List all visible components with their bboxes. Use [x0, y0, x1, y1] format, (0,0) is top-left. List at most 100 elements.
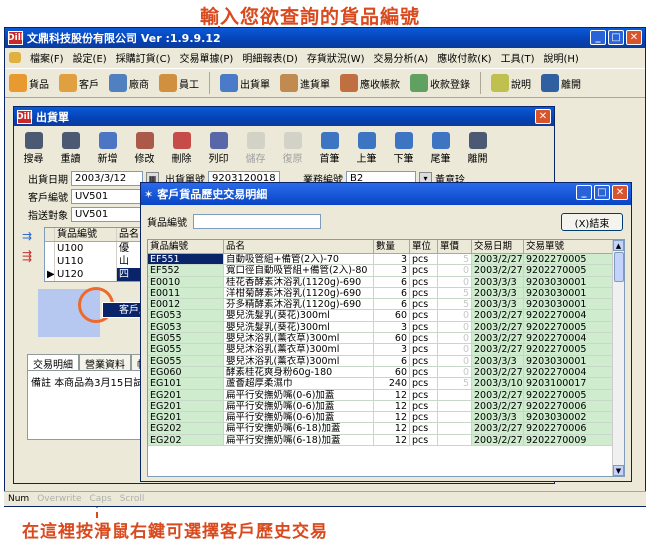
table-row[interactable]: EG053 嬰兒洗髮乳(葵花)300ml 60 pcs 0 2003/2/27 920227… — [148, 310, 624, 322]
button-label: 復原 — [282, 154, 303, 165]
table-row[interactable]: EG202 扁平行安撫奶嘴(6-18)加蓋 12 pcs 2003/2/27 920227… — [148, 434, 624, 447]
table-scrollbar[interactable]: ▲ ▼ — [612, 240, 624, 476]
minimize-icon[interactable]: _ — [590, 30, 606, 45]
table-row[interactable]: EG202 扁平行安撫奶嘴(6-18)加蓋 12 pcs 2003/2/27 920227… — [148, 423, 624, 435]
table-row[interactable]: EG201 扁平行安撫奶嘴(0-6)加蓋 12 pcs 2003/2/27 9202270… — [148, 389, 624, 401]
toolbar-customer-button[interactable]: 客戶 — [59, 74, 99, 92]
table-row[interactable]: EG053 嬰兒洗髮乳(葵花)300ml 3 pcs 0 2003/2/27 9202270… — [148, 321, 624, 334]
end-button[interactable]: (X)結束 — [561, 213, 623, 231]
table-row[interactable]: EG201 扁平行安撫奶嘴(0-6)加蓋 12 pcs 2003/3/3 92030300… — [148, 412, 624, 424]
column-header-4[interactable]: 單價 — [438, 240, 472, 254]
next-button[interactable]: 下筆 — [388, 132, 419, 165]
table-row[interactable]: E0011 洋柑菊酵素沐浴乳(1120g)-690 6 pcs 5 2003/3/3 920… — [148, 287, 624, 300]
button-label: 上筆 — [356, 154, 377, 165]
child-close-icon[interactable]: ✕ — [535, 109, 551, 124]
dialog-maximize-icon[interactable]: □ — [594, 185, 610, 200]
first-button[interactable]: 首筆 — [314, 132, 345, 165]
reload-button[interactable]: 重讀 — [55, 132, 86, 165]
cell-數量: 6 — [374, 299, 410, 311]
menu-item-4[interactable]: 明細報表(D) — [242, 50, 298, 65]
menu-item-1[interactable]: 設定(E) — [73, 50, 107, 65]
scroll-down-icon[interactable]: ▼ — [613, 465, 624, 476]
column-header-3[interactable]: 單位 — [410, 240, 438, 254]
cell-單價: 0 — [438, 276, 472, 288]
main-title-bar[interactable]: Dill 文鼎科技股份有限公司 Ver :1.9.9.12 _ □ ✕ — [5, 28, 645, 48]
toolbar-goods-button[interactable]: 貨品 — [9, 74, 49, 92]
column-header-5[interactable]: 交易日期 — [472, 240, 524, 254]
cell-單價: 5 — [438, 378, 472, 390]
menu-item-0[interactable]: 檔案(F) — [30, 50, 64, 65]
table-row[interactable]: EG201 扁平行安撫奶嘴(0-6)加蓋 12 pcs 2003/2/27 9202270… — [148, 400, 624, 413]
button-label: 搜尋 — [23, 154, 44, 165]
menu-item-6[interactable]: 交易分析(A) — [374, 50, 429, 65]
last-button[interactable]: 尾筆 — [425, 132, 456, 165]
table-row[interactable]: EG055 嬰兒沐浴乳(薰衣草)300ml 3 pcs 0 2003/2/27 920227… — [148, 344, 624, 356]
toolbar-purchase-button[interactable]: 進貨單 — [280, 74, 330, 92]
button-label: 首筆 — [319, 154, 340, 165]
toolbar-help-button[interactable]: 說明 — [491, 74, 531, 92]
toolbar-receivable-button[interactable]: 應收帳款 — [340, 74, 400, 92]
delete-row-icon[interactable]: ⇶ — [22, 249, 32, 263]
cell-單價: 5 — [438, 254, 472, 266]
cell-數量: 60 — [374, 310, 410, 322]
insert-row-icon[interactable]: ⇉ — [22, 229, 32, 243]
table-row[interactable]: EF552 寬口徑自動吸管組+備管(2入)-80 3 pcs 0 2003/2/27 920… — [148, 265, 624, 277]
grid-header-code[interactable]: 貨品編號 — [55, 228, 117, 241]
scroll-up-icon[interactable]: ▲ — [613, 240, 624, 251]
menu-item-2[interactable]: 採購訂貨(C) — [116, 50, 171, 65]
column-header-1[interactable]: 品名 — [224, 240, 374, 254]
column-header-0[interactable]: 貨品編號 — [148, 240, 224, 254]
exit-button[interactable]: 離開 — [462, 132, 493, 165]
customer-input[interactable]: UV501 — [71, 189, 151, 204]
table-row[interactable]: EG060 酵素桂花爽身粉60g-180 60 pcs 0 2003/2/27 920227… — [148, 366, 624, 379]
menu-item-5[interactable]: 存貨狀況(W) — [307, 50, 365, 65]
print-button[interactable]: 列印 — [203, 132, 234, 165]
filter-input[interactable] — [193, 213, 321, 229]
menu-item-9[interactable]: 說明(H) — [544, 50, 579, 65]
shipping-title-bar[interactable]: Dill 出貨單 ✕ — [14, 107, 554, 126]
menu-bar: 檔案(F) 設定(E) 採購訂貨(C) 交易單據(P) 明細報表(D) 存貨狀況(W) 交易… — [5, 48, 645, 67]
column-header-2[interactable]: 數量 — [374, 240, 410, 254]
dialog-minimize-icon[interactable]: _ — [576, 185, 592, 200]
dialog-title-bar[interactable]: ✶ 客戶貨品歷史交易明細 _ □ ✕ — [141, 183, 631, 205]
dialog-close-icon[interactable]: ✕ — [612, 185, 628, 200]
table-row[interactable]: EG055 嬰兒沐浴乳(薰衣草)300ml 60 pcs 0 2003/2/27 92022… — [148, 333, 624, 345]
cell-數量: 12 — [374, 389, 410, 401]
cell-品名: 芬多精酵素沐浴乳(1120g)-690 — [224, 299, 374, 311]
menu-item-7[interactable]: 應收付款(K) — [437, 50, 491, 65]
close-icon[interactable]: ✕ — [626, 30, 642, 45]
add-button[interactable]: 新增 — [92, 132, 123, 165]
toolbar-vendor-button[interactable]: 廠商 — [109, 74, 149, 92]
column-header-6[interactable]: 交易單號 — [524, 240, 614, 254]
edit-button[interactable]: 修改 — [129, 132, 160, 165]
table-row[interactable]: E0012 芬多精酵素沐浴乳(1120g)-690 6 pcs 5 2003/3/3 920… — [148, 299, 624, 311]
scroll-thumb[interactable] — [614, 252, 624, 282]
toolbar-shipping-truck-button[interactable]: 出貨單 — [220, 74, 270, 92]
maximize-icon[interactable]: □ — [608, 30, 624, 45]
table-row[interactable]: E0010 桂花香酵素沐浴乳(1120g)-690 6 pcs 0 2003/3/3 920… — [148, 276, 624, 288]
search-button[interactable]: 搜尋 — [18, 132, 49, 165]
cell-單位: pcs — [410, 389, 438, 401]
table-row[interactable]: EG055 嬰兒沐浴乳(薰衣草)300ml 6 pcs 0 2003/3/3 9203030… — [148, 355, 624, 367]
target-input[interactable]: UV501 — [71, 207, 151, 222]
shipping-toolbar: 搜尋 重讀 新增 修改 刪除 列印 儲存 復原 首筆 上筆 下筆 尾筆 離開 — [18, 129, 550, 165]
cell-貨品編號: EF551 — [148, 254, 224, 266]
menu-item-8[interactable]: 工具(T) — [501, 50, 535, 65]
toolbar-exit-button[interactable]: 離開 — [541, 74, 581, 92]
cell-交易單號: 9203030001 — [524, 276, 614, 288]
next-icon — [394, 132, 413, 149]
toolbar-employee-button[interactable]: 員工 — [159, 74, 199, 92]
cell-單價 — [438, 389, 472, 401]
prev-button[interactable]: 上筆 — [351, 132, 382, 165]
ship-date-input[interactable]: 2003/3/12 — [71, 171, 143, 186]
child-logo-icon: Dill — [16, 109, 33, 124]
toolbar-payment-button[interactable]: 收款登錄 — [410, 74, 470, 92]
cell-貨品編號: EG055 — [148, 355, 224, 367]
cell-交易日期: 2003/2/27 — [472, 366, 524, 379]
table-row[interactable]: EG101 蘆薈超厚柔濕巾 240 pcs 5 2003/3/10 9203100017 — [148, 378, 624, 390]
main-toolbar: 貨品 客戶 廠商 員工 出貨單 進貨單 應收帳款 收款登錄 說明 離開 — [5, 68, 645, 98]
ship-date-label: 出貨日期 — [28, 175, 68, 186]
table-row[interactable]: EF551 自動吸管組+備管(2入)-70 3 pcs 5 2003/2/27 920227… — [148, 254, 624, 266]
delete-button[interactable]: 刪除 — [166, 132, 197, 165]
menu-item-3[interactable]: 交易單據(P) — [179, 50, 233, 65]
